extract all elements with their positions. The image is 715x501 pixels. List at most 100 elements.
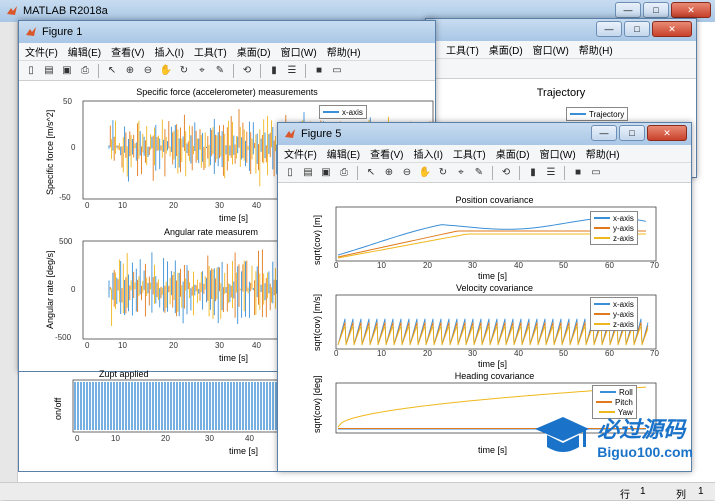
matlab-logo-icon — [7, 6, 17, 15]
pointer-icon[interactable]: ↖ — [104, 63, 120, 79]
fig5-menu-help[interactable]: 帮助(H) — [586, 146, 620, 161]
save-icon[interactable]: ▣ — [59, 63, 75, 79]
fig5-maximize-button[interactable]: □ — [619, 125, 645, 141]
figure5-titlebar[interactable]: Figure 5 — □ ✕ — [278, 123, 691, 145]
hide-plot-tools-icon[interactable]: ■ — [570, 165, 586, 181]
heading-cov-xlabel: time [s] — [478, 445, 508, 455]
rotate-icon[interactable]: ↻ — [435, 165, 451, 181]
specific-force-xlabel: time [s] — [219, 213, 249, 223]
minimize-button[interactable]: — — [615, 2, 641, 18]
main-window-title: MATLAB R2018a — [23, 5, 108, 17]
zoom-in-icon[interactable]: ⊕ — [381, 165, 397, 181]
fig5-menu-edit[interactable]: 编辑(E) — [327, 146, 360, 161]
data-cursor-icon[interactable]: ⌖ — [453, 165, 469, 181]
hide-plot-tools-icon[interactable]: ■ — [311, 63, 327, 79]
maximize-button[interactable]: □ — [643, 2, 669, 18]
print-icon[interactable]: ⎙ — [336, 165, 352, 181]
pointer-icon[interactable]: ↖ — [363, 165, 379, 181]
xtick: 0 — [85, 201, 90, 210]
fig1-menubar: 文件(F) 编辑(E) 查看(V) 插入(I) 工具(T) 桌面(D) 窗口(W… — [19, 43, 435, 61]
fig1-menu-window[interactable]: 窗口(W) — [281, 44, 317, 59]
xtick: 20 — [169, 201, 178, 210]
data-cursor-icon[interactable]: ⌖ — [194, 63, 210, 79]
fig2-menu-help[interactable]: 帮助(H) — [579, 42, 613, 57]
save-icon[interactable]: ▣ — [318, 165, 334, 181]
close-button[interactable]: ✕ — [671, 2, 711, 18]
fig5-menu-tools[interactable]: 工具(T) — [453, 146, 486, 161]
show-plot-tools-icon[interactable]: ▭ — [588, 165, 604, 181]
watermark-en: Biguo100.com — [597, 444, 693, 460]
toolbar-separator — [492, 165, 493, 180]
colorbar-icon[interactable]: ▮ — [266, 63, 282, 79]
status-bar: 行 1 列 1 — [0, 482, 715, 501]
fig1-toolbar: ▯ ▤ ▣ ⎙ ↖ ⊕ ⊖ ✋ ↻ ⌖ ✎ ⟲ ▮ ☰ ■ ▭ — [19, 61, 435, 81]
toolbar-separator — [98, 63, 99, 78]
figure-icon — [26, 27, 36, 36]
fig1-menu-insert[interactable]: 插入(I) — [154, 44, 183, 59]
pan-icon[interactable]: ✋ — [417, 165, 433, 181]
open-file-icon[interactable]: ▤ — [300, 165, 316, 181]
figure5-title: Figure 5 — [301, 128, 342, 140]
brush-icon[interactable]: ✎ — [471, 165, 487, 181]
brush-icon[interactable]: ✎ — [212, 63, 228, 79]
fig1-menu-view[interactable]: 查看(V) — [111, 44, 144, 59]
pan-icon[interactable]: ✋ — [158, 63, 174, 79]
status-row-label: 行 — [620, 490, 630, 501]
fig1-menu-file[interactable]: 文件(F) — [25, 44, 58, 59]
xtick: 40 — [252, 201, 261, 210]
position-covariance-plot: Position covariance sqrt(cov) [m] x-axis… — [278, 185, 691, 281]
figure2-titlebar[interactable]: — □ ✕ — [426, 19, 696, 41]
fig2-menu-tools[interactable]: 工具(T) — [446, 42, 479, 57]
xtick: 0 — [85, 341, 90, 350]
fig5-close-button[interactable]: ✕ — [647, 125, 687, 141]
fig1-menu-help[interactable]: 帮助(H) — [327, 44, 361, 59]
fig2-maximize-button[interactable]: □ — [624, 21, 650, 37]
new-figure-icon[interactable]: ▯ — [282, 165, 298, 181]
zupt-plot: Zupt applied on/off 0 10 20 30 40 time [… — [18, 369, 280, 472]
xtick: 0 — [75, 434, 80, 443]
fig5-menu-insert[interactable]: 插入(I) — [413, 146, 442, 161]
toolbar-separator — [233, 63, 234, 78]
print-icon[interactable]: ⎙ — [77, 63, 93, 79]
toolbar-separator — [357, 165, 358, 180]
trajectory-legend: Trajectory — [566, 107, 629, 121]
xtick: 20 — [169, 341, 178, 350]
fig1-menu-desktop[interactable]: 桌面(D) — [237, 44, 271, 59]
xtick: 30 — [215, 341, 224, 350]
fig5-menu-file[interactable]: 文件(F) — [284, 146, 317, 161]
new-figure-icon[interactable]: ▯ — [23, 63, 39, 79]
colorbar-icon[interactable]: ▮ — [525, 165, 541, 181]
velocity-cov-legend: x-axis y-axis z-axis — [590, 297, 638, 331]
xtick: 40 — [245, 434, 254, 443]
fig5-menu-desktop[interactable]: 桌面(D) — [496, 146, 530, 161]
link-icon[interactable]: ⟲ — [498, 165, 514, 181]
zoom-out-icon[interactable]: ⊖ — [140, 63, 156, 79]
xtick: 30 — [205, 434, 214, 443]
legend-icon[interactable]: ☰ — [543, 165, 559, 181]
zoom-out-icon[interactable]: ⊖ — [399, 165, 415, 181]
legend-icon[interactable]: ☰ — [284, 63, 300, 79]
open-file-icon[interactable]: ▤ — [41, 63, 57, 79]
rotate-icon[interactable]: ↻ — [176, 63, 192, 79]
zoom-in-icon[interactable]: ⊕ — [122, 63, 138, 79]
fig1-menu-edit[interactable]: 编辑(E) — [68, 44, 101, 59]
link-icon[interactable]: ⟲ — [239, 63, 255, 79]
fig5-menu-window[interactable]: 窗口(W) — [540, 146, 576, 161]
zupt-xlabel: time [s] — [229, 446, 259, 456]
watermark-cn: 必过源码 — [597, 417, 686, 442]
show-plot-tools-icon[interactable]: ▭ — [329, 63, 345, 79]
status-col-label: 列 — [676, 490, 686, 501]
fig2-close-button[interactable]: ✕ — [652, 21, 692, 37]
fig5-menu-view[interactable]: 查看(V) — [370, 146, 403, 161]
fig2-minimize-button[interactable]: — — [596, 21, 622, 37]
fig2-menu-window[interactable]: 窗口(W) — [533, 42, 569, 57]
status-col-value: 1 — [698, 486, 704, 497]
fig1-menu-tools[interactable]: 工具(T) — [194, 44, 227, 59]
fig5-minimize-button[interactable]: — — [591, 125, 617, 141]
specific-force-legend: x-axis — [319, 105, 367, 119]
graduation-cap-icon — [535, 417, 590, 452]
watermark-text: 必过源码 Biguo100.com — [597, 412, 693, 460]
fig2-menu-desktop[interactable]: 桌面(D) — [489, 42, 523, 57]
figure1-titlebar[interactable]: Figure 1 — [19, 21, 435, 43]
watermark: 必过源码 Biguo100.com — [533, 412, 693, 460]
